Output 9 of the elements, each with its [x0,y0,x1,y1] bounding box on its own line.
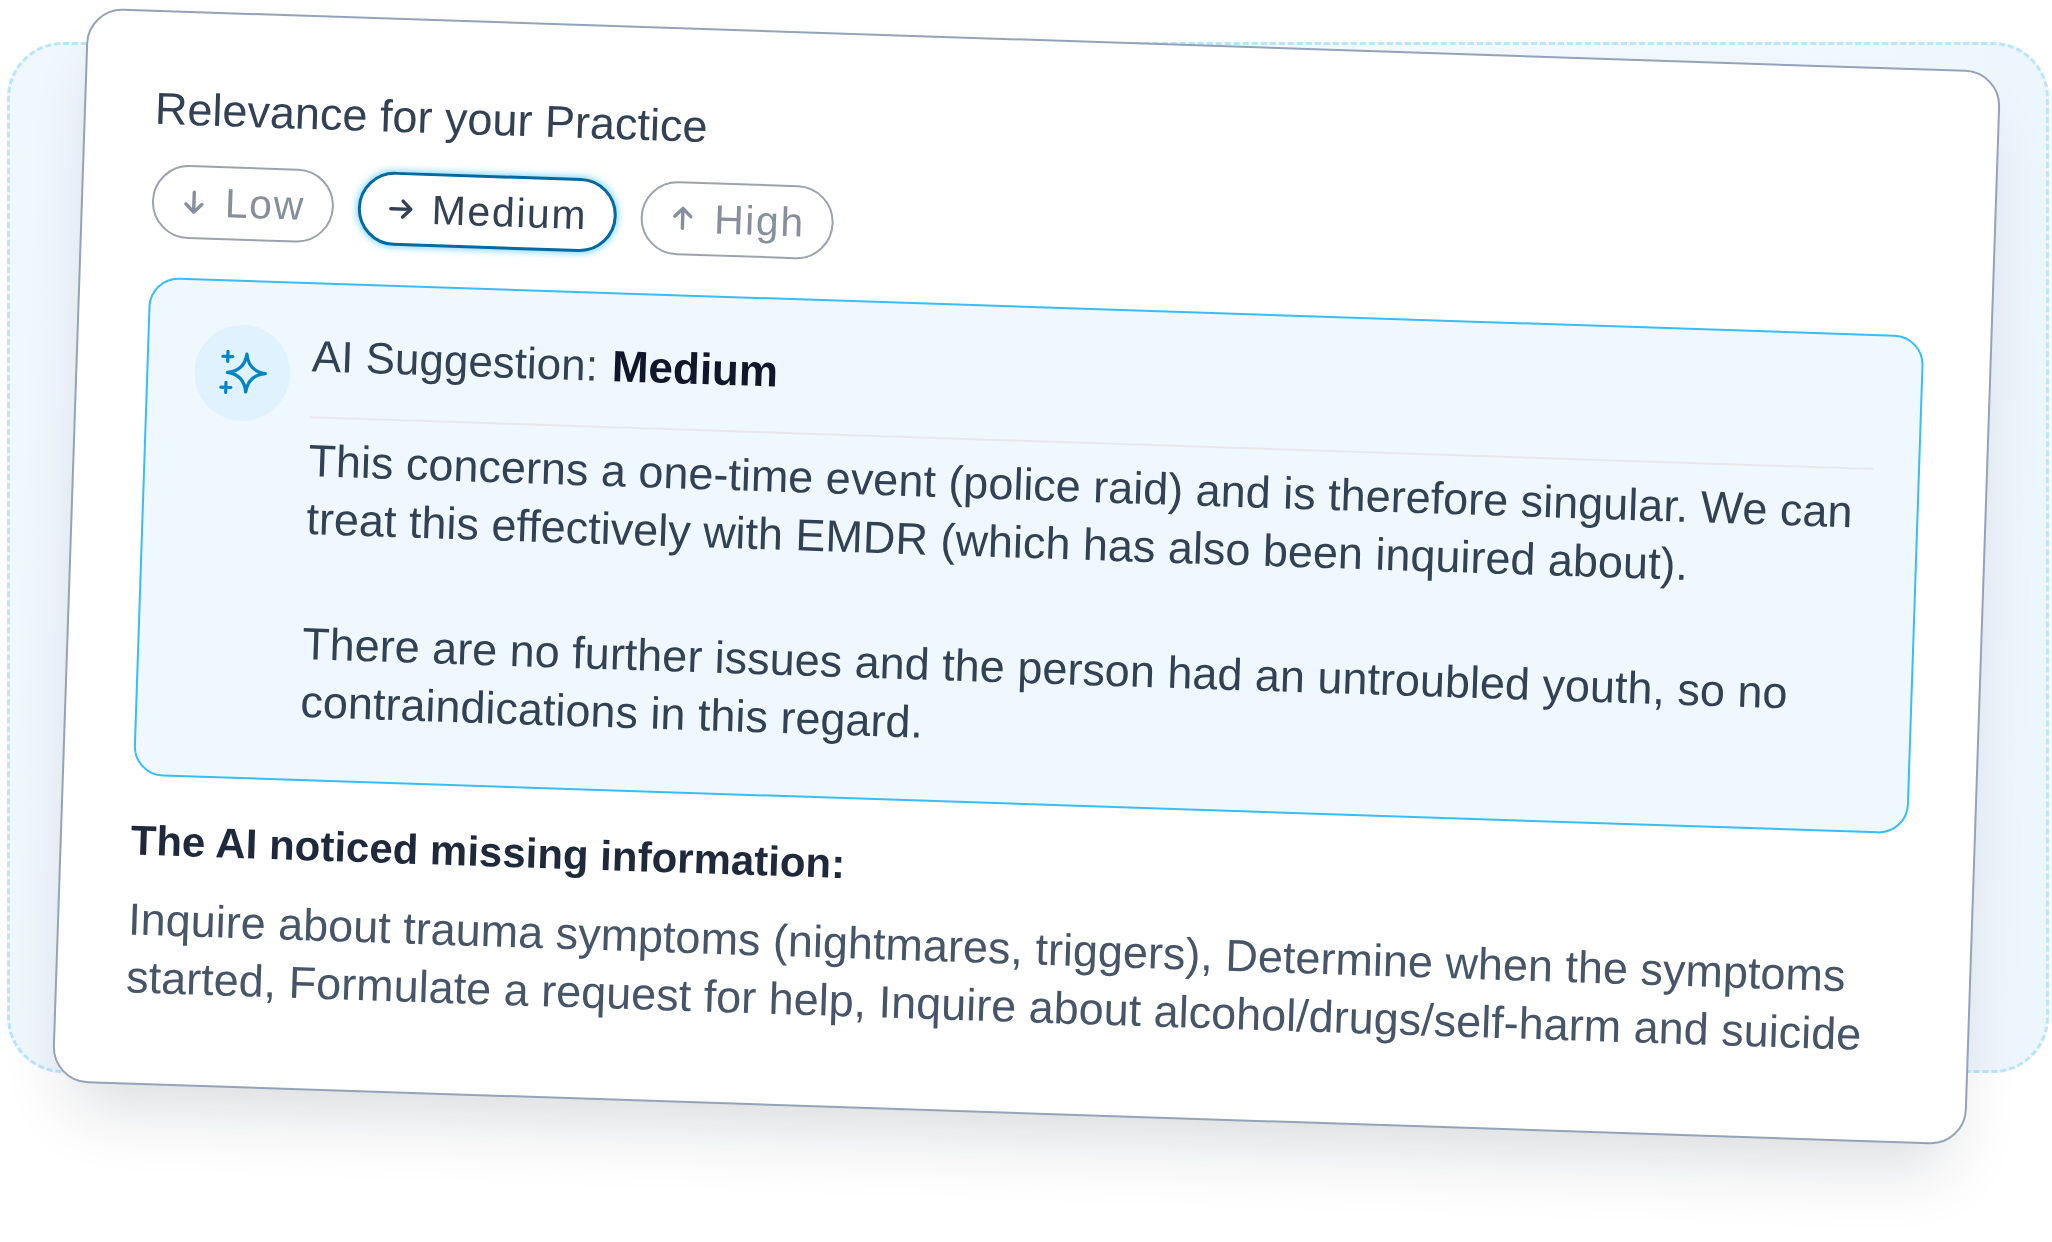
missing-info-text: Inquire about trauma symptoms (nightmares, triggers), Determine when the symptoms started, Formulate a request for help, Inquire about alcohol/drugs/self-harm and suicide [125,892,1864,1062]
suggestion-label: AI Suggestion: [310,330,599,392]
sparkle-icon [192,323,292,423]
suggestion-text: This concerns a one-time event (police raid) and is therefore singular. We can treat this effectively with EMDR (which has also been inquired about). [305,434,1855,592]
relevance-option[interactable]: High [639,180,835,261]
suggestion-value: Medium [611,340,780,398]
section-title: Relevance for your Practice [154,81,710,155]
suggestion-text: There are no further issues and the person had an untroubled youth, so no contraindications in this regard. [299,617,1790,750]
relevance-option[interactable]: Low [150,163,336,244]
